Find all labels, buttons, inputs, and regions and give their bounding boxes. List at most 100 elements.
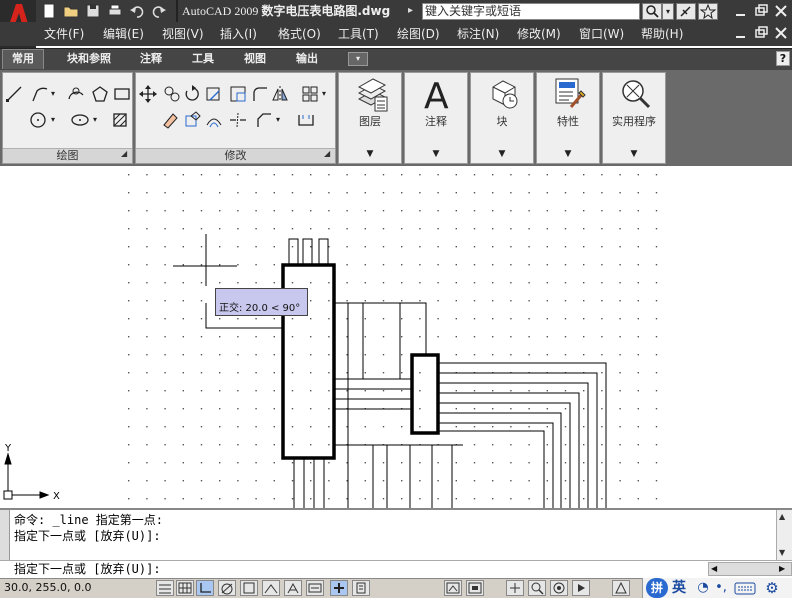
scroll-down-icon[interactable]: ▼ — [779, 548, 785, 557]
tab-tools[interactable]: 工具 — [184, 50, 222, 68]
chamfer-icon[interactable] — [254, 110, 274, 130]
circle-icon[interactable] — [28, 110, 48, 130]
utilities-dropdown-icon[interactable]: ▼ — [603, 149, 665, 159]
scroll-left-icon[interactable]: ◀ — [711, 563, 717, 575]
grid-display-icon[interactable] — [176, 580, 194, 596]
soft-keyboard-icon[interactable] — [734, 580, 756, 596]
open-file-icon[interactable] — [62, 2, 80, 20]
layout-icon[interactable] — [466, 580, 484, 596]
ime-settings-gear-icon[interactable]: ⚙ — [762, 578, 782, 598]
command-scrollbar[interactable]: ▲ ▼ — [776, 510, 792, 560]
dynamic-input-icon[interactable] — [306, 580, 324, 596]
scroll-up-icon[interactable]: ▲ — [779, 512, 785, 521]
ime-mode-toggle[interactable]: 英 — [672, 578, 686, 598]
polygon-icon[interactable] — [90, 84, 110, 104]
drawing-area[interactable]: Y X — [0, 168, 792, 508]
menu-format[interactable]: 格式(O) — [278, 25, 321, 43]
line-icon[interactable] — [4, 84, 24, 104]
block-dropdown-icon[interactable]: ▼ — [471, 149, 533, 159]
block-button[interactable]: 块 ▼ — [470, 72, 534, 164]
minimize-icon[interactable] — [732, 2, 750, 20]
draw-panel-footer[interactable]: 绘图 — [3, 148, 132, 163]
ellipse-icon[interactable] — [70, 110, 90, 130]
array-dropdown-icon[interactable]: ▾ — [322, 84, 326, 104]
coordinate-readout[interactable]: 30.0, 255.0, 0.0 — [4, 581, 91, 595]
tab-annotate[interactable]: 注释 — [132, 50, 170, 68]
modify-panel-expand-icon[interactable]: ◢ — [324, 149, 330, 158]
search-expand-icon[interactable]: ▸ — [408, 2, 413, 20]
annotation-button[interactable]: A 注释 ▼ — [404, 72, 468, 164]
quick-properties-icon[interactable] — [352, 580, 370, 596]
plot-icon[interactable] — [106, 2, 124, 20]
dynamic-ucs-icon[interactable] — [284, 580, 302, 596]
tab-home[interactable]: 常用 — [4, 50, 42, 68]
polyline-dropdown-icon[interactable]: ▾ — [51, 84, 55, 104]
showmotion-icon[interactable] — [572, 580, 590, 596]
chamfer-dropdown-icon[interactable]: ▾ — [276, 110, 280, 130]
ime-fullwidth-icon[interactable]: ◔ — [694, 578, 712, 598]
menu-dimension[interactable]: 标注(N) — [457, 25, 499, 43]
offset-icon[interactable] — [204, 110, 224, 130]
restore-icon[interactable] — [752, 2, 770, 20]
menu-draw[interactable]: 绘图(D) — [397, 25, 440, 43]
menu-help[interactable]: 帮助(H) — [641, 25, 683, 43]
drawing-canvas[interactable]: Y X — [0, 168, 792, 508]
scroll-right-icon[interactable]: ▶ — [779, 563, 785, 575]
doc-close-icon[interactable] — [772, 24, 790, 42]
communication-center-icon[interactable] — [676, 3, 696, 20]
doc-restore-icon[interactable] — [752, 24, 770, 42]
horizontal-scrollbar[interactable]: ◀ ▶ — [708, 562, 792, 576]
circle-dropdown-icon[interactable]: ▾ — [51, 110, 55, 130]
properties-dropdown-icon[interactable]: ▼ — [537, 149, 599, 159]
pan-icon[interactable] — [506, 580, 524, 596]
draw-panel-expand-icon[interactable]: ◢ — [121, 149, 127, 158]
search-dropdown-icon[interactable]: ▾ — [662, 3, 674, 20]
tab-output[interactable]: 输出 — [288, 50, 326, 68]
copy-icon[interactable] — [162, 84, 182, 104]
ime-logo-icon[interactable]: 拼 — [646, 578, 668, 598]
infocenter-search-input[interactable]: 键入关键字或短语 — [422, 3, 640, 20]
menu-tools[interactable]: 工具(T) — [338, 25, 379, 43]
trim-icon[interactable] — [228, 110, 248, 130]
ime-punctuation-icon[interactable]: •, — [712, 578, 730, 598]
array-icon[interactable] — [300, 84, 320, 104]
mirror-icon[interactable] — [270, 84, 290, 104]
zoom-icon[interactable] — [528, 580, 546, 596]
fillet-icon[interactable] — [250, 84, 270, 104]
new-file-icon[interactable] — [40, 2, 58, 20]
favorites-star-icon[interactable] — [698, 3, 718, 20]
menu-file[interactable]: 文件(F) — [44, 25, 84, 43]
tab-blocks-references[interactable]: 块和参照 — [58, 50, 120, 68]
scale-icon[interactable] — [203, 84, 223, 104]
rotate-icon[interactable] — [182, 84, 202, 104]
menu-window[interactable]: 窗口(W) — [579, 25, 624, 43]
help-icon[interactable]: ? — [776, 51, 790, 66]
layers-dropdown-icon[interactable]: ▼ — [339, 149, 401, 159]
menu-modify[interactable]: 修改(M) — [517, 25, 561, 43]
search-icon[interactable] — [642, 3, 662, 20]
lineweight-icon[interactable] — [330, 580, 348, 596]
doc-minimize-icon[interactable] — [732, 24, 750, 42]
move-icon[interactable] — [138, 84, 158, 104]
menu-insert[interactable]: 插入(I) — [220, 25, 257, 43]
redo-icon[interactable] — [150, 2, 168, 20]
object-snap-tracking-icon[interactable] — [262, 580, 280, 596]
properties-button[interactable]: 特性 ▼ — [536, 72, 600, 164]
snap-mode-icon[interactable] — [156, 580, 174, 596]
arc-icon[interactable] — [66, 84, 86, 104]
stretch-icon[interactable] — [228, 84, 248, 104]
model-space-icon[interactable] — [444, 580, 462, 596]
save-icon[interactable] — [84, 2, 102, 20]
ortho-mode-icon[interactable] — [196, 580, 214, 596]
ribbon-minimize-icon[interactable]: ▾ — [348, 52, 368, 66]
erase-icon[interactable] — [160, 110, 180, 130]
explode-icon[interactable] — [182, 110, 202, 130]
undo-icon[interactable] — [128, 2, 146, 20]
ellipse-dropdown-icon[interactable]: ▾ — [93, 110, 97, 130]
hatch-icon[interactable] — [110, 110, 130, 130]
polar-tracking-icon[interactable] — [218, 580, 236, 596]
annotation-scale-icon[interactable] — [612, 580, 630, 596]
rectangle-icon[interactable] — [112, 84, 132, 104]
object-snap-icon[interactable] — [240, 580, 258, 596]
menu-view[interactable]: 视图(V) — [162, 25, 204, 43]
